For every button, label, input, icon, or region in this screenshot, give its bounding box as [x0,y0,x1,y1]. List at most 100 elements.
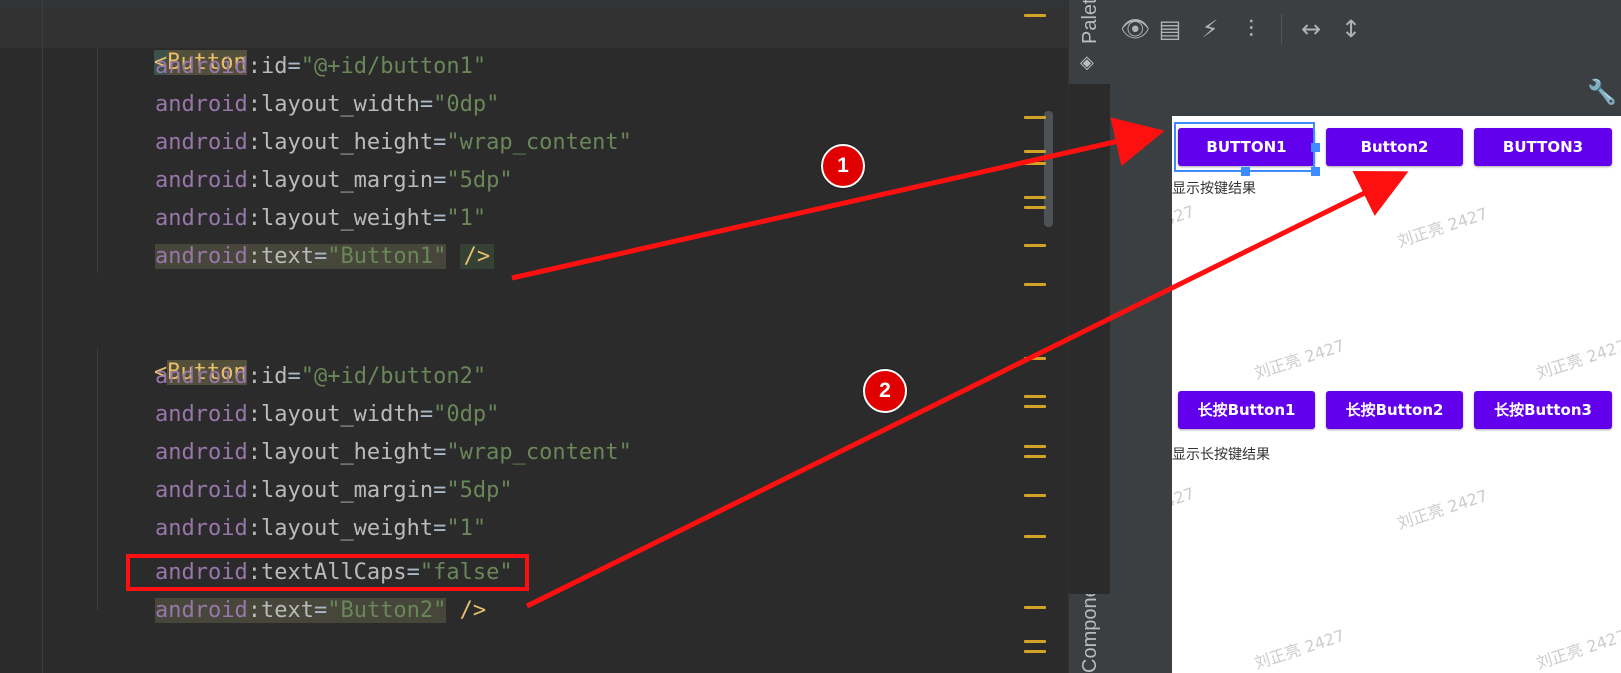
code-line[interactable]: android:id="@+id/button2" [155,360,486,394]
attr-name: id [260,54,288,79]
annotation-badge-2: 2 [863,369,907,413]
attr-value: "1" [446,516,487,541]
code-line[interactable]: android:text="Button2" /> [155,594,486,628]
attr-value: "5dp" [446,478,513,503]
equals: = [433,440,447,465]
change-marker[interactable] [1024,14,1046,17]
watermark: 刘正亮 2427 [1394,203,1490,251]
selection-handle[interactable] [1311,167,1320,176]
attr-value: "wrap_content" [446,130,632,155]
change-marker[interactable] [1024,640,1046,643]
preview-longpress-button1[interactable]: 长按Button1 [1178,391,1315,429]
preview-longpress-button2[interactable]: 长按Button2 [1326,391,1463,429]
selection-outline [1174,122,1315,172]
change-marker[interactable] [1024,116,1046,119]
preview-longpress-button3[interactable]: 长按Button3 [1474,391,1612,429]
preview-button2[interactable]: Button2 [1326,128,1463,166]
equals: = [433,130,447,155]
indent-guide [97,348,98,610]
code-line[interactable]: android:layout_margin="5dp" [155,474,513,508]
code-editor[interactable]: <Button android:id="@+id/button1" androi… [0,0,1068,673]
code-line[interactable]: android:layout_height="wrap_content" [155,126,632,160]
device-preview[interactable]: 427 刘正亮 2427 刘正亮 2427 刘正亮 2427 427 刘正亮 2… [1172,116,1621,673]
equals: = [287,364,301,389]
code-line[interactable]: android:layout_width="0dp" [155,88,499,122]
blueprint-icon[interactable]: ▤ [1155,14,1185,44]
attr-name: layout_height [260,130,434,155]
attr-namespace: android [155,54,248,79]
attr-name: layout_weight [260,516,434,541]
change-marker[interactable] [1024,196,1046,199]
change-marker[interactable] [1024,455,1046,458]
wrench-icon[interactable]: 🔧 [1587,78,1617,106]
attr-name: layout_width [260,402,420,427]
attr-value: "Button1" [327,244,447,269]
selection-handle[interactable] [1241,167,1250,176]
watermark: 刘正亮 2427 [1251,335,1347,383]
change-marker[interactable] [1024,650,1046,653]
eye-icon[interactable]: 👁 [1120,14,1150,44]
magnet-off-icon[interactable]: ⚡ [1195,14,1225,44]
colon: : [247,206,261,231]
editor-scrollbar-thumb[interactable] [1044,111,1053,227]
change-marker[interactable] [1024,357,1046,360]
expand-horizontal-icon[interactable]: ↔ [1296,14,1326,44]
change-marker[interactable] [1024,395,1046,398]
code-line[interactable]: android:id="@+id/button1" [155,50,486,84]
attr-value: "@+id/button2" [300,364,487,389]
attr-value: "wrap_content" [446,440,632,465]
change-marker[interactable] [1024,162,1046,165]
component-tree-tab-label: Component Tree [1079,594,1101,673]
code-line[interactable]: android:layout_height="wrap_content" [155,436,632,470]
palette-icon: ◈ [1080,52,1094,73]
clear-constraints-icon[interactable]: ⫶ [1236,14,1266,44]
code-line[interactable]: android:layout_margin="5dp" [155,164,513,198]
attr-namespace: android [155,440,248,465]
equals: = [313,244,328,269]
watermark: 刘正亮 2427 [1251,625,1347,673]
colon: : [247,598,261,623]
equals: = [313,598,328,623]
long-result-label: 显示长按键结果 [1172,447,1270,463]
equals: = [433,206,447,231]
tool-window-strip: ◈ Palette Component Tree [1068,0,1111,673]
selection-handle[interactable] [1311,143,1320,152]
attr-value: "@+id/button1" [300,54,487,79]
change-marker[interactable] [1024,445,1046,448]
code-line[interactable]: android:layout_weight="1" [155,202,486,236]
attr-namespace: android [155,364,248,389]
colon: : [247,402,261,427]
tab-component-tree[interactable]: Component Tree [1069,594,1111,673]
change-marker[interactable] [1024,405,1046,408]
colon: : [247,130,261,155]
equals: = [433,478,447,503]
change-marker[interactable] [1024,244,1046,247]
attr-name: layout_margin [260,168,434,193]
annotation-badge-1: 1 [821,144,865,188]
attr-namespace: android [155,478,248,503]
attr-namespace: android [155,402,248,427]
code-line[interactable]: android:layout_width="0dp" [155,398,499,432]
code-line[interactable]: android:layout_weight="1" [155,512,486,546]
attr-namespace: android [155,168,248,193]
tab-palette[interactable]: ◈ Palette [1069,0,1111,84]
change-marker[interactable] [1024,150,1046,153]
equals: = [287,54,301,79]
expand-vertical-icon[interactable]: ↕ [1336,14,1366,44]
code-line[interactable]: <Button [101,12,247,75]
attr-namespace: android [155,92,248,117]
preview-button3[interactable]: BUTTON3 [1474,128,1612,166]
attr-value: "Button2" [327,598,447,623]
code-line[interactable]: <Button [101,322,247,385]
attr-name: text [260,244,314,269]
change-marker[interactable] [1024,494,1046,497]
highlight-box-textallcaps [126,554,529,591]
change-marker[interactable] [1024,535,1046,538]
code-line[interactable]: android:text="Button1" /> [155,240,495,274]
change-marker[interactable] [1024,606,1046,609]
tag-self-close: /> [459,244,495,269]
change-marker[interactable] [1024,283,1046,286]
equals: = [419,92,434,117]
indent-guide [42,0,43,673]
change-marker[interactable] [1024,206,1046,209]
